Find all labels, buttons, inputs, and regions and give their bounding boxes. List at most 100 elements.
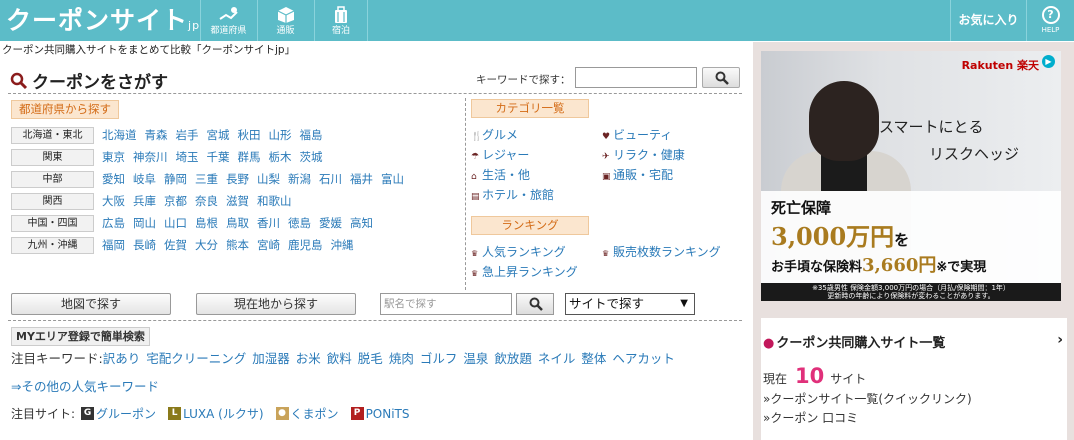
category-leisure[interactable]: ☂ レジャー [471,147,529,165]
site-logo[interactable]: クーポンサイトjp [6,4,200,37]
help-button[interactable]: ? HELP [1026,0,1074,41]
prefecture-link[interactable]: 鹿児島 [288,238,323,252]
umbrella-icon: ☂ [471,152,480,162]
prefecture-link[interactable]: 青森 [145,128,168,142]
prefecture-link[interactable]: 茨城 [300,150,323,164]
nav-lodging[interactable]: 宿泊 [314,0,368,41]
category-beauty[interactable]: ♥ ビューティ [602,127,672,145]
keyword-link[interactable]: 宅配クリーニング [146,351,246,366]
site-link-groupon[interactable]: G グルーポン [81,405,156,422]
prefecture-link[interactable]: 山口 [164,216,187,230]
prefecture-link[interactable]: 神奈川 [133,150,168,164]
prefecture-link[interactable]: 山梨 [257,172,280,186]
my-area-button[interactable]: MYエリア登録で簡単検索 [11,327,150,346]
prefecture-link[interactable]: 島根 [195,216,218,230]
prefecture-link[interactable]: 埼玉 [176,150,199,164]
prefecture-link[interactable]: 岩手 [176,128,199,142]
keyword-link[interactable]: ヘアカット [612,351,675,366]
ad-choices-icon[interactable]: ▶ [1042,55,1055,68]
category-life[interactable]: ⌂ 生活・他 [471,167,530,185]
prefecture-link[interactable]: 富山 [381,172,404,186]
keyword-input[interactable] [575,67,697,88]
prefecture-link[interactable]: 宮崎 [257,238,280,252]
keyword-link[interactable]: 飲料 [327,351,352,366]
prefecture-link[interactable]: 福島 [300,128,323,142]
site-link-luxa[interactable]: L LUXA (ルクサ) [168,405,264,422]
prefecture-link[interactable]: 北海道 [102,128,137,142]
category-relax[interactable]: ✈ リラク・健康 [602,147,685,165]
prefecture-link[interactable]: 大阪 [102,194,125,208]
prefecture-link[interactable]: 佐賀 [164,238,187,252]
nav-mailorder[interactable]: 通販 [257,0,313,41]
prefecture-link[interactable]: 栃木 [269,150,292,164]
prefecture-links: 東京 神奈川 埼玉 千葉 群馬 栃木 茨城 [102,149,331,166]
ranking-rising[interactable]: ♛ 急上昇ランキング [471,264,578,282]
prefecture-link[interactable]: 愛媛 [319,216,342,230]
prefecture-link[interactable]: 広島 [102,216,125,230]
site-link-ponits[interactable]: P PONiTS [350,407,410,421]
keyword-link[interactable]: 加湿器 [252,351,290,366]
category-delivery[interactable]: ▣ 通販・宅配 [602,167,673,185]
prefecture-link[interactable]: 宮城 [207,128,230,142]
prefecture-link[interactable]: 新潟 [288,172,311,186]
quick-link-reviews[interactable]: »クーポン 口コミ [763,409,858,426]
prefecture-link[interactable]: 香川 [257,216,280,230]
prefecture-link[interactable]: 秋田 [238,128,261,142]
prefecture-link[interactable]: 群馬 [238,150,261,164]
site-link-kumapon[interactable]: ● くまポン [275,405,339,422]
prefecture-link[interactable]: 滋賀 [226,194,249,208]
favorites-link[interactable]: お気に入り [950,0,1026,41]
keyword-search-button[interactable] [702,67,740,88]
prefecture-link[interactable]: 石川 [319,172,342,186]
prefecture-link[interactable]: 和歌山 [257,194,292,208]
prefecture-link[interactable]: 熊本 [226,238,249,252]
keyword-link[interactable]: ネイル [538,351,576,366]
prefecture-link[interactable]: 三重 [195,172,218,186]
keyword-link[interactable]: 脱毛 [358,351,383,366]
advertisement-banner[interactable]: Rakuten 楽天 ▶ スマートにとる リスクヘッジ 死亡保障 3,000万円… [761,51,1061,301]
prefecture-link[interactable]: 奈良 [195,194,218,208]
prefecture-link[interactable]: 千葉 [207,150,230,164]
prefecture-link[interactable]: 長崎 [133,238,156,252]
prefecture-link[interactable]: 京都 [164,194,187,208]
logo-text: クーポンサイト [6,6,189,35]
prefecture-link[interactable]: 東京 [102,150,125,164]
nav-prefecture[interactable]: 都道府県 [200,0,256,41]
site-list-heading[interactable]: ● クーポン共同購入サイト一覧 › [763,332,1067,351]
prefecture-link[interactable]: 徳島 [288,216,311,230]
prefecture-link[interactable]: 岐阜 [133,172,156,186]
keyword-link[interactable]: 温泉 [463,351,488,366]
map-search-button[interactable]: 地図で探す [11,293,171,315]
location-search-button[interactable]: 現在地から探す [196,293,356,315]
keyword-link[interactable]: ゴルフ [420,351,458,366]
prefecture-link[interactable]: 長野 [226,172,249,186]
keyword-link[interactable]: 焼肉 [389,351,414,366]
site-select[interactable]: サイトで探す ▼ [565,293,695,315]
ranking-heading: ランキング [471,216,589,235]
keyword-link[interactable]: 訳あり [103,351,141,366]
category-hotel[interactable]: ▤ ホテル・旅館 [471,187,554,205]
prefecture-link[interactable]: 愛知 [102,172,125,186]
quick-link-site-list[interactable]: »クーポンサイト一覧(クイックリンク) [763,390,972,407]
prefecture-link[interactable]: 鳥取 [226,216,249,230]
category-heading: カテゴリ一覧 [471,99,589,118]
prefecture-link[interactable]: 静岡 [164,172,187,186]
station-search-input[interactable]: 駅名で探す [380,293,512,315]
keyword-link[interactable]: 整体 [581,351,606,366]
prefecture-link[interactable]: 岡山 [133,216,156,230]
prefecture-link[interactable]: 兵庫 [133,194,156,208]
keyword-link[interactable]: お米 [296,351,321,366]
prefecture-link[interactable]: 福岡 [102,238,125,252]
prefecture-link[interactable]: 沖縄 [331,238,354,252]
category-gourmet[interactable]: 🍴グルメ [471,127,518,145]
search-title: クーポンをさがす [10,68,168,93]
ranking-popular[interactable]: ♛ 人気ランキング [471,244,566,262]
prefecture-link[interactable]: 福井 [350,172,373,186]
station-search-button[interactable] [516,293,554,315]
ranking-sales[interactable]: ♛ 販売枚数ランキング [602,244,721,262]
more-keywords-link[interactable]: ⇒その他の人気キーワード [11,376,159,395]
prefecture-link[interactable]: 山形 [269,128,292,142]
prefecture-link[interactable]: 高知 [350,216,373,230]
prefecture-link[interactable]: 大分 [195,238,218,252]
keyword-link[interactable]: 飲放題 [494,351,532,366]
